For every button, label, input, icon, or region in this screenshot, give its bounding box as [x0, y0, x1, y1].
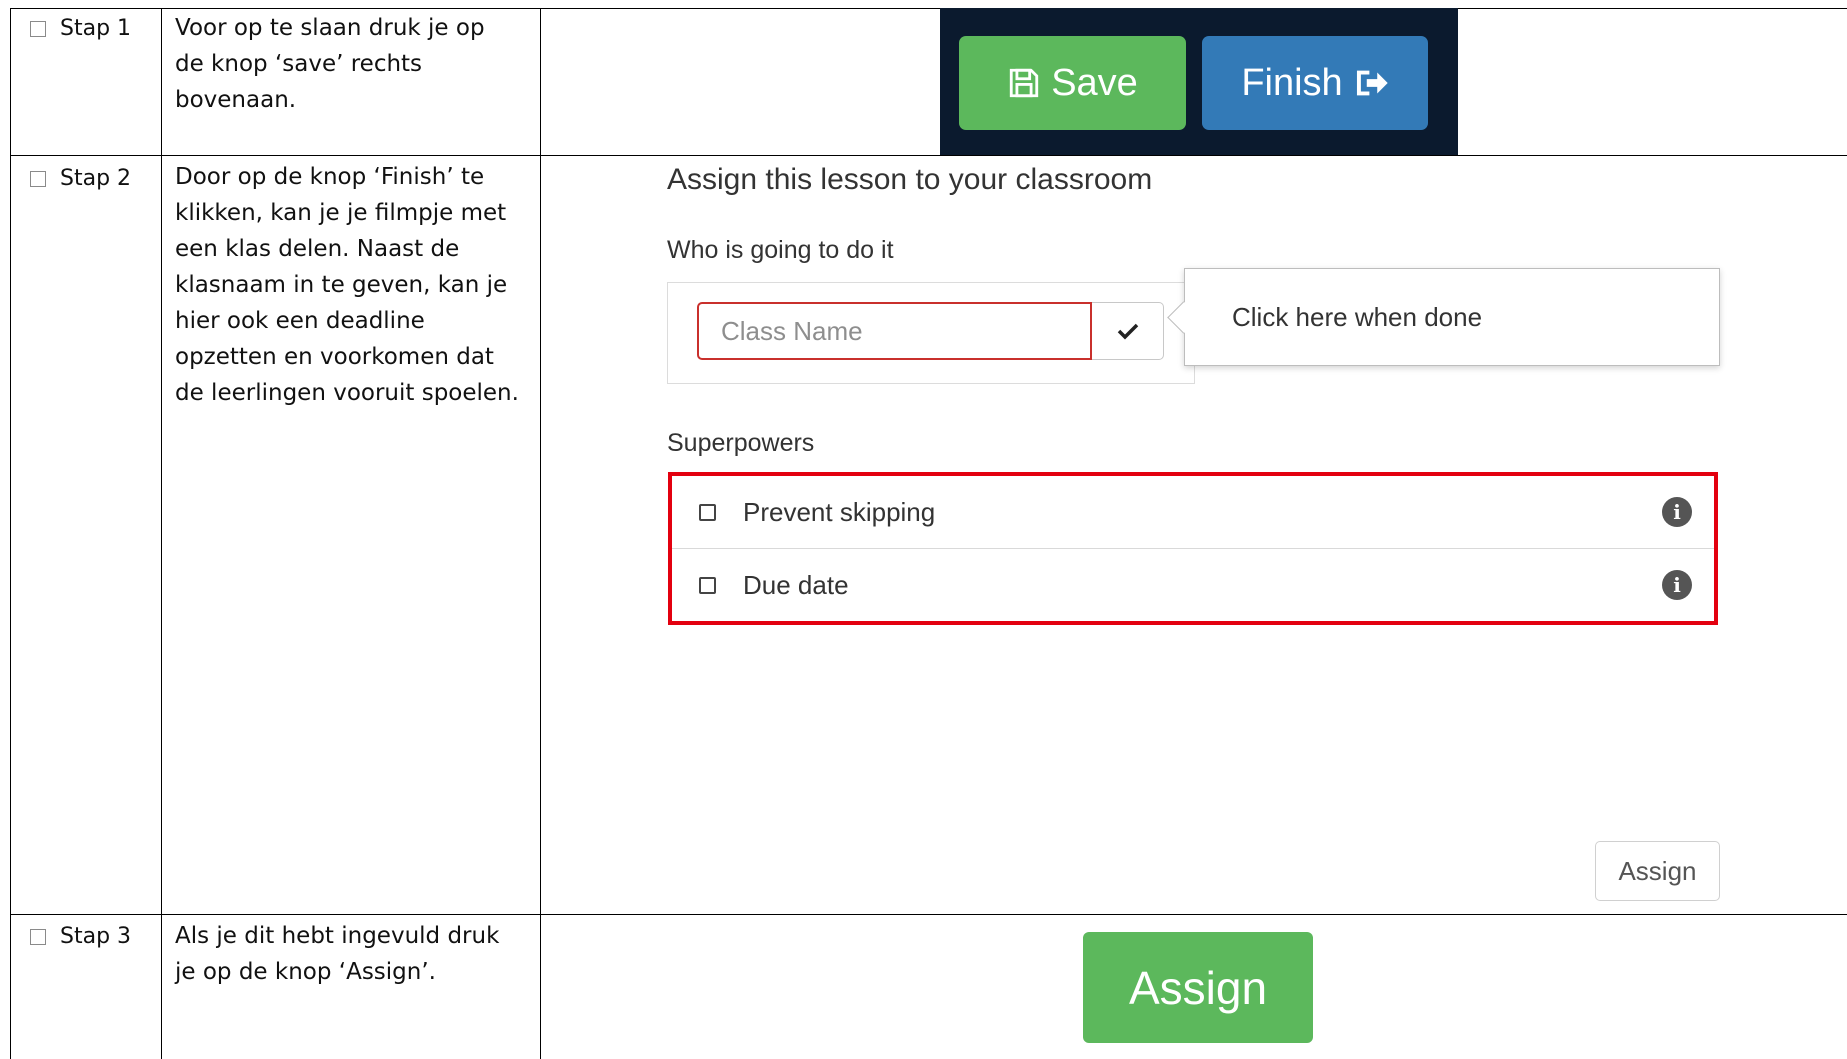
step-3-label: Stap 3 [60, 924, 132, 949]
step-2-cell: Stap 2 [30, 166, 131, 191]
table-border-row2 [10, 914, 1847, 915]
step-1-cell: Stap 1 [30, 16, 131, 41]
info-icon[interactable]: i [1662, 497, 1692, 527]
help-popover: Click here when done [1167, 268, 1720, 366]
step-3-checkbox[interactable] [30, 928, 46, 945]
finish-button[interactable]: Finish [1202, 36, 1428, 130]
step-1-checkbox[interactable] [30, 20, 46, 37]
step-1-label: Stap 1 [60, 16, 132, 41]
step-3-description: Als je dit hebt ingevuld druk je op de k… [175, 923, 500, 985]
step-2-label: Stap 2 [60, 166, 132, 191]
step-3-cell: Stap 3 [30, 924, 131, 949]
assign-dialog-title: Assign this lesson to your classroom [667, 163, 1153, 196]
popover-text: Click here when done [1232, 301, 1483, 332]
prevent-skipping-label: Prevent skipping [743, 496, 936, 527]
superpowers-label: Superpowers [667, 429, 815, 457]
finish-button-label: Finish [1241, 61, 1343, 104]
table-border-top [10, 8, 1847, 9]
superpowers-box: Prevent skipping i Due date i [668, 472, 1718, 625]
step-2-checkbox[interactable] [30, 170, 46, 187]
superpower-prevent-skipping[interactable]: Prevent skipping i [672, 476, 1714, 548]
prevent-skipping-checkbox[interactable] [699, 503, 716, 521]
class-name-placeholder: Class Name [721, 315, 863, 346]
save-button-label: Save [1051, 61, 1138, 104]
superpower-due-date[interactable]: Due date i [672, 549, 1714, 621]
table-border-left [10, 8, 11, 1059]
sign-out-icon [1356, 70, 1388, 96]
assign-button-small[interactable]: Assign [1595, 841, 1720, 901]
assign-button[interactable]: Assign [1083, 932, 1313, 1043]
info-icon[interactable]: i [1662, 570, 1692, 600]
table-border-row1 [10, 155, 1847, 156]
floppy-disk-icon [1010, 68, 1039, 98]
step-2-description: Door op de knop ‘Finish’ te klikken, kan… [175, 164, 519, 406]
table-col-divider-1 [161, 8, 162, 1059]
confirm-class-button[interactable] [1092, 302, 1164, 360]
who-label: Who is going to do it [667, 236, 894, 264]
due-date-label: Due date [743, 569, 849, 600]
class-name-input[interactable]: Class Name [697, 302, 1092, 360]
step-1-description: Voor op te slaan druk je op de knop ‘sav… [175, 15, 485, 113]
due-date-checkbox[interactable] [699, 576, 716, 594]
save-button[interactable]: Save [959, 36, 1186, 130]
check-icon [1117, 323, 1138, 340]
table-col-divider-2 [540, 8, 541, 1059]
